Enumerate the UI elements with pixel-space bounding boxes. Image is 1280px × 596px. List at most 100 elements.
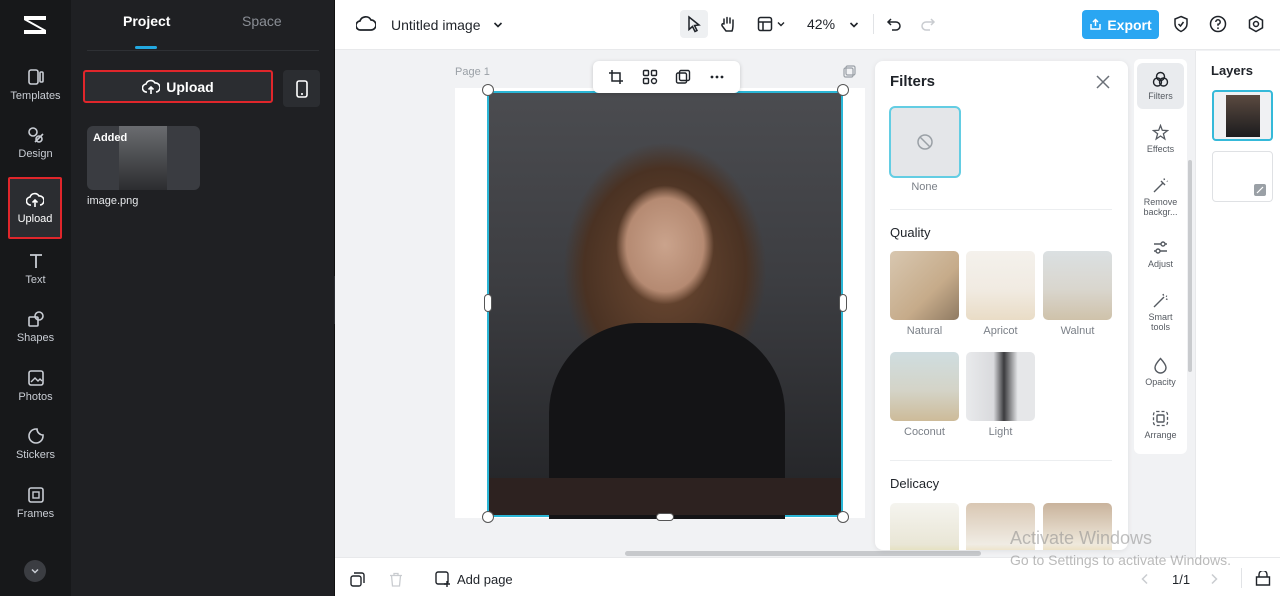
chevron-down-icon[interactable] [492, 19, 504, 31]
text-icon [29, 254, 42, 268]
resize-handle-left[interactable] [484, 294, 492, 312]
expand-more-button[interactable] [24, 560, 46, 582]
rail-item-text[interactable]: Text [0, 240, 71, 298]
resize-handle-top-right[interactable] [837, 84, 849, 96]
resize-handle-top-left[interactable] [482, 84, 494, 96]
tab-space[interactable]: Space [242, 13, 282, 29]
help-icon [1209, 15, 1227, 33]
selected-image[interactable] [487, 91, 843, 519]
copy-style-icon[interactable] [675, 69, 691, 85]
filter-label: Natural [906, 325, 943, 337]
rail-label: Templates [10, 90, 61, 102]
divider [1241, 568, 1242, 588]
rail-item-stickers[interactable]: Stickers [0, 415, 71, 473]
filter-walnut[interactable] [1043, 251, 1112, 320]
rail-item-design[interactable]: Design [0, 114, 71, 172]
image-table [489, 478, 841, 515]
hand-icon [721, 16, 734, 32]
tool-label: Smart tools [1148, 312, 1173, 332]
help-button[interactable] [1204, 10, 1232, 38]
hand-tool-button[interactable] [714, 10, 742, 38]
capcut-logo-icon [24, 16, 46, 34]
background-icon [1254, 184, 1266, 196]
rail-item-photos[interactable]: Photos [0, 357, 71, 415]
tool-adjust[interactable]: Adjust [1137, 239, 1184, 269]
layer-image[interactable] [1212, 90, 1273, 141]
floating-toolbar [593, 61, 740, 93]
rail-item-shapes[interactable]: Shapes [0, 298, 71, 356]
filter-natural[interactable] [890, 251, 959, 320]
zoom-level[interactable]: 42% [807, 16, 835, 32]
redo-button[interactable] [914, 10, 942, 38]
tool-effects[interactable]: Effects [1137, 124, 1184, 154]
mobile-upload-button[interactable] [283, 70, 320, 107]
add-page-icon[interactable] [435, 571, 451, 587]
resize-handle-right[interactable] [839, 294, 847, 312]
tool-arrange[interactable]: Arrange [1137, 410, 1184, 440]
document-title[interactable]: Untitled image [391, 17, 481, 33]
chevron-down-icon[interactable] [848, 19, 860, 31]
rail-item-frames[interactable]: Frames [0, 474, 71, 532]
upload-button[interactable]: Upload [83, 70, 273, 103]
undo-icon [886, 18, 901, 31]
layout-menu-button[interactable] [751, 10, 791, 38]
trash-icon[interactable] [389, 572, 403, 587]
layers-toggle-icon[interactable] [1255, 571, 1271, 586]
filter-label: None [911, 181, 938, 193]
filter-coconut[interactable] [890, 352, 959, 421]
chevron-right-icon[interactable] [1209, 573, 1219, 585]
rail-label: Text [25, 274, 46, 286]
tool-filters[interactable]: Filters [1137, 63, 1184, 109]
tab-project[interactable]: Project [123, 13, 170, 29]
asset-filename: image.png [87, 195, 139, 207]
filters-scrollbar[interactable] [1188, 160, 1192, 372]
page-label: Page 1 [455, 66, 490, 78]
rail-item-upload[interactable]: Upload [8, 177, 62, 239]
project-panel: Project Space Upload Added image.png [71, 0, 335, 596]
duplicate-page-icon[interactable] [350, 572, 365, 587]
activation-watermark-title: Activate Windows [1010, 528, 1153, 548]
filter-delicacy-1[interactable] [890, 503, 959, 550]
resize-handle-bottom[interactable] [656, 513, 674, 521]
resize-handle-bottom-right[interactable] [837, 511, 849, 523]
phone-icon [295, 79, 308, 98]
horizontal-scrollbar[interactable] [625, 551, 981, 556]
add-page-button[interactable]: Add page [457, 572, 513, 587]
rail-item-templates[interactable]: Templates [0, 56, 71, 114]
export-button[interactable]: Export [1082, 10, 1159, 39]
crop-icon[interactable] [608, 69, 624, 85]
undo-button[interactable] [880, 10, 908, 38]
filter-light[interactable] [966, 352, 1035, 421]
smart-cutout-icon[interactable] [642, 69, 658, 85]
tool-remove-background[interactable]: Remove backgr... [1137, 177, 1184, 217]
tool-opacity[interactable]: Opacity [1137, 357, 1184, 387]
close-icon[interactable] [1094, 73, 1112, 91]
divider [890, 209, 1112, 210]
shapes-icon [27, 311, 44, 327]
asset-thumbnail[interactable]: Added [87, 126, 200, 190]
photos-icon [27, 370, 44, 386]
duplicate-page-icon[interactable] [843, 65, 856, 78]
export-label: Export [1107, 16, 1152, 33]
more-icon[interactable] [709, 69, 725, 85]
layer-thumbnail [1225, 94, 1260, 137]
layer-background[interactable] [1212, 151, 1273, 202]
templates-icon [27, 69, 44, 85]
adjust-icon [1154, 241, 1167, 254]
shield-button[interactable] [1167, 10, 1195, 38]
filters-icon [1152, 71, 1169, 87]
image-tools-column: Filters Effects Remove backgr... Adjust … [1134, 59, 1187, 454]
rail-label: Design [18, 148, 53, 160]
filter-apricot[interactable] [966, 251, 1035, 320]
resize-handle-bottom-left[interactable] [482, 511, 494, 523]
select-tool-button[interactable] [680, 10, 708, 38]
remove-background-icon [1153, 178, 1168, 193]
cloud-sync-icon[interactable] [356, 15, 376, 33]
filter-none[interactable] [889, 106, 961, 178]
tool-smart-tools[interactable]: Smart tools [1137, 292, 1184, 332]
chevron-down-icon [777, 22, 784, 27]
settings-button[interactable] [1242, 10, 1270, 38]
chevron-left-icon[interactable] [1140, 573, 1150, 585]
smart-tools-icon [1153, 293, 1168, 308]
activation-watermark-text: Go to Settings to activate Windows. [1010, 552, 1231, 568]
